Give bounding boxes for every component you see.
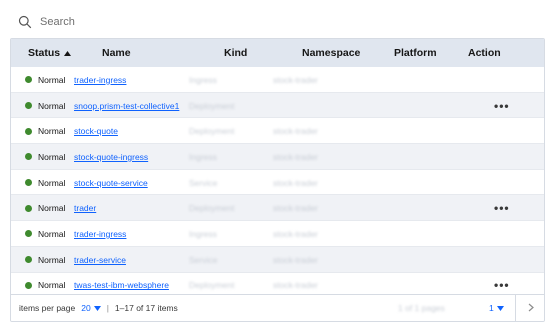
items-per-page-label: items per page — [19, 303, 76, 313]
chevron-down-icon — [496, 303, 504, 313]
table-body: Normal trader-ingress Ingress stock-trader N… — [11, 67, 544, 299]
namespace-cell: stock-trader — [273, 228, 318, 239]
table-row[interactable]: Normal trader-ingress Ingress stock-trader — [11, 221, 544, 247]
status-normal-icon — [25, 204, 32, 212]
status-text: Normal — [38, 228, 66, 239]
item-range-text: 1–17 of 17 items — [114, 303, 178, 313]
resource-name-link[interactable]: trader — [74, 203, 96, 213]
status-text: Normal — [38, 126, 66, 137]
name-cell: stock-quote — [74, 118, 118, 144]
kind-cell: Deployment — [189, 203, 235, 214]
table-row[interactable]: Normal stock-quote-service Service stock-tr… — [11, 170, 544, 196]
resource-name-link[interactable]: stock-quote-service — [74, 178, 148, 188]
sort-ascending-icon — [64, 39, 72, 67]
next-page-button[interactable] — [521, 295, 541, 322]
divider: | — [106, 303, 109, 313]
resource-name-link[interactable]: stock-quote-ingress — [74, 152, 148, 162]
status-normal-icon — [25, 102, 32, 110]
search-icon — [18, 15, 32, 29]
namespace-cell: stock-trader — [273, 254, 318, 265]
column-header-platform[interactable]: Platform — [394, 39, 437, 67]
name-cell: stock-quote-ingress — [74, 144, 148, 170]
kind-cell: Deployment — [189, 100, 235, 111]
page-select[interactable]: 1 — [489, 303, 504, 313]
namespace-cell: stock-trader — [273, 177, 318, 188]
name-cell: trader — [74, 195, 96, 221]
status-text: Normal — [38, 100, 66, 111]
name-cell: stock-quote-service — [74, 170, 148, 196]
status-normal-icon — [25, 230, 32, 238]
status-normal-icon — [25, 281, 32, 289]
resource-table: Status Name Kind Namespace Platform Acti… — [10, 38, 545, 322]
status-normal-icon — [25, 256, 32, 264]
table-row[interactable]: Normal trader Deployment stock-trader ••• — [11, 195, 544, 222]
search-input[interactable] — [40, 12, 520, 32]
page-count-text: 1 of 1 pages — [398, 303, 445, 313]
items-per-page-select[interactable]: 20 — [81, 303, 101, 313]
namespace-cell: stock-trader — [273, 203, 318, 214]
status-normal-icon — [25, 76, 32, 84]
table-row[interactable]: Normal trader-service Service stock-trader — [11, 246, 544, 273]
status-cell: Normal — [25, 67, 65, 93]
divider — [515, 295, 516, 321]
resource-name-link[interactable]: stock-quote — [74, 126, 118, 136]
status-cell: Normal — [25, 221, 65, 247]
namespace-cell: stock-trader — [273, 74, 318, 85]
table-row[interactable]: Normal stock-quote-ingress Ingress stock-tr… — [11, 144, 544, 170]
search-bar[interactable] — [10, 9, 544, 35]
name-cell: trader-ingress — [74, 221, 126, 247]
status-cell: Normal — [25, 93, 65, 119]
status-text: Normal — [38, 254, 66, 265]
status-normal-icon — [25, 153, 32, 161]
overflow-menu-icon[interactable]: ••• — [494, 93, 510, 119]
column-header-namespace[interactable]: Namespace — [302, 39, 360, 67]
chevron-down-icon — [93, 303, 101, 313]
status-cell: Normal — [25, 195, 65, 221]
resource-name-link[interactable]: trader-ingress — [74, 75, 126, 85]
column-header-status[interactable]: Status — [28, 39, 72, 67]
name-cell: snoop.prism-test-collective1 — [74, 93, 179, 119]
column-header-name[interactable]: Name — [102, 39, 131, 67]
name-cell: trader-ingress — [74, 67, 126, 93]
resource-name-link[interactable]: twas-test-ibm-websphere — [74, 280, 169, 290]
resource-name-link[interactable]: trader-ingress — [74, 229, 126, 239]
kind-cell: Ingress — [189, 228, 217, 239]
namespace-cell: stock-trader — [273, 126, 318, 137]
chevron-right-icon — [528, 303, 534, 314]
overflow-menu-icon[interactable]: ••• — [494, 195, 510, 221]
status-normal-icon — [25, 179, 32, 187]
table-row[interactable]: Normal stock-quote Deployment stock-trader — [11, 118, 544, 145]
resource-name-link[interactable]: trader-service — [74, 255, 126, 265]
status-normal-icon — [25, 127, 32, 135]
resource-name-link[interactable]: snoop.prism-test-collective1 — [74, 101, 179, 111]
table-row[interactable]: Normal snoop.prism-test-collective1 Deploy… — [11, 92, 544, 119]
status-cell: Normal — [25, 118, 65, 144]
kind-cell: Ingress — [189, 151, 217, 162]
status-text: Normal — [38, 151, 66, 162]
status-cell: Normal — [25, 247, 65, 273]
namespace-cell: stock-trader — [273, 151, 318, 162]
pagination-bar: items per page 20 | 1–17 of 17 items 1 o… — [11, 294, 544, 321]
kind-cell: Service — [189, 177, 218, 188]
status-cell: Normal — [25, 144, 65, 170]
status-text: Normal — [38, 203, 66, 214]
column-header-action: Action — [468, 47, 501, 59]
kind-cell: Ingress — [189, 74, 217, 85]
status-text: Normal — [38, 74, 66, 85]
status-text: Normal — [38, 177, 66, 188]
kind-cell: Service — [189, 254, 218, 265]
status-text: Normal — [38, 280, 66, 291]
status-cell: Normal — [25, 170, 65, 196]
name-cell: trader-service — [74, 247, 126, 273]
kind-cell: Deployment — [189, 126, 235, 137]
table-header: Status Name Kind Namespace Platform Acti… — [11, 39, 544, 67]
table-row[interactable]: Normal trader-ingress Ingress stock-trader — [11, 67, 544, 93]
column-header-kind[interactable]: Kind — [224, 39, 247, 67]
